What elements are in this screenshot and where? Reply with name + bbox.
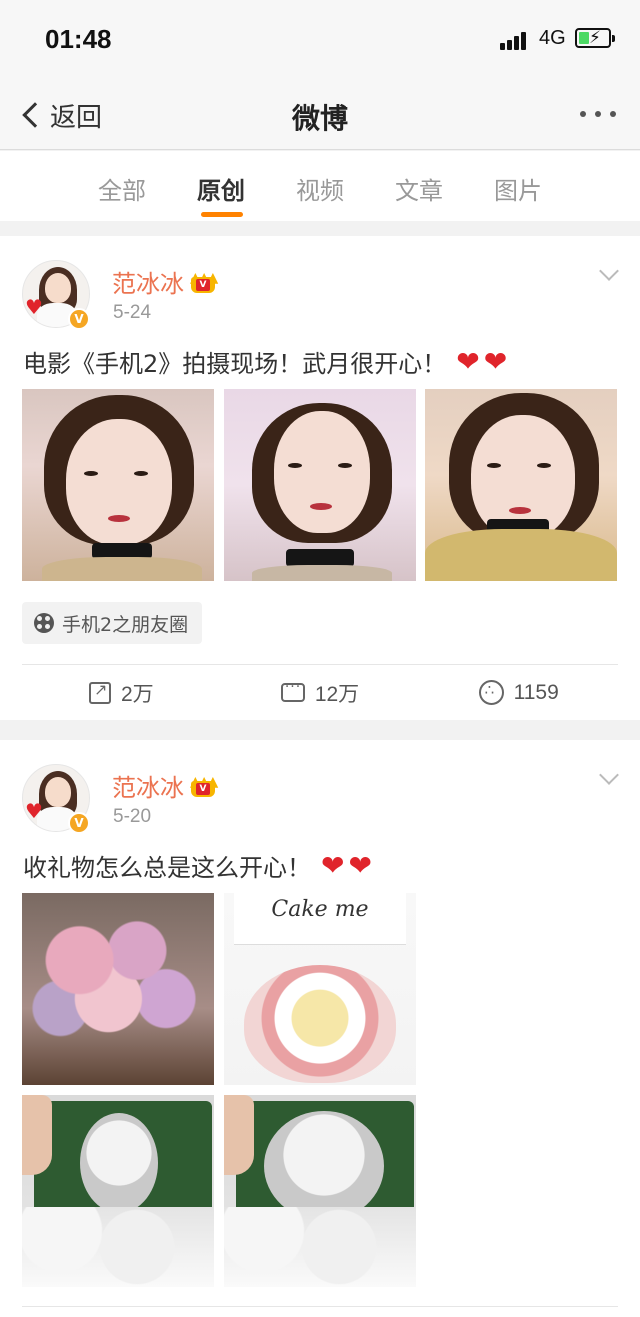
- post-text: 收礼物怎么总是这么开心！ ❤❤: [23, 849, 376, 882]
- crown-badge-icon: ▲▲▲V: [190, 774, 218, 798]
- like-button[interactable]: 1159: [419, 665, 618, 720]
- chevron-down-icon[interactable]: [599, 261, 619, 281]
- post-photo[interactable]: [22, 1095, 214, 1287]
- heart-emoji: ❤❤: [321, 849, 376, 882]
- battery-fill: [579, 32, 589, 44]
- post-photo[interactable]: Cake me: [224, 893, 416, 1085]
- tab-article[interactable]: 文章: [370, 151, 469, 221]
- page-title: 微博: [291, 102, 348, 135]
- signal-icon: [500, 30, 532, 50]
- share-icon: [88, 680, 111, 704]
- action-bar: 2万 12万 1159: [22, 664, 618, 720]
- filter-tabs: 全部 原创 视频 文章 图片: [0, 151, 640, 221]
- more-dots-icon: [580, 111, 586, 117]
- network-type: 4G: [539, 27, 566, 49]
- post-photo[interactable]: [224, 1095, 416, 1287]
- topic-tag[interactable]: 手机2之朋友圈: [22, 602, 203, 644]
- divider: [22, 1306, 618, 1307]
- status-bar: 01:48 4G ⚡: [0, 0, 640, 80]
- heart-emoji: ❤❤: [456, 345, 512, 378]
- crown-badge-icon: ▲▲▲V: [190, 270, 218, 294]
- comment-count: 12万: [314, 682, 360, 706]
- verified-badge-icon: V: [68, 812, 90, 834]
- topic-label: 手机2之朋友圈: [62, 613, 189, 636]
- chevron-down-icon[interactable]: [599, 765, 619, 785]
- tab-pictures[interactable]: 图片: [469, 151, 568, 221]
- heart-icon: ♥: [25, 799, 43, 823]
- post-text: 电影《手机2》拍摄现场！武月很开心！ ❤❤: [23, 345, 512, 378]
- cake-box-logo: Cake me: [234, 893, 406, 945]
- tab-all[interactable]: 全部: [73, 151, 172, 221]
- author-name[interactable]: 范冰冰 ▲▲▲V: [112, 768, 218, 803]
- post-photo[interactable]: [224, 389, 416, 581]
- navigation-bar: 返回 微博: [0, 80, 640, 150]
- share-button[interactable]: 2万: [22, 665, 221, 720]
- feed-post: ♥ V 范冰冰 ▲▲▲V 5-24 电影《手机2》拍摄现场！武月很开心！❤❤: [0, 236, 640, 720]
- post-photo[interactable]: [425, 389, 617, 581]
- tab-original[interactable]: 原创: [172, 151, 271, 221]
- feed-post: ♥ V 范冰冰 ▲▲▲V 5-20 收礼物怎么总是这么开心！❤❤ Cake me: [0, 740, 640, 1317]
- post-photo[interactable]: [22, 893, 214, 1085]
- post-photo[interactable]: [22, 389, 214, 581]
- post-date: 5-24: [113, 302, 152, 323]
- like-count: 1159: [513, 680, 559, 704]
- film-reel-icon: [34, 613, 54, 633]
- heart-icon: ♥: [25, 295, 43, 319]
- post-date: 5-20: [113, 806, 152, 827]
- author-name[interactable]: 范冰冰 ▲▲▲V: [112, 264, 218, 299]
- verified-badge-icon: V: [68, 308, 90, 330]
- like-icon: [478, 680, 504, 705]
- more-button[interactable]: [580, 111, 616, 117]
- charging-bolt-icon: ⚡: [589, 28, 601, 48]
- battery-icon: ⚡: [575, 28, 615, 48]
- tab-video[interactable]: 视频: [271, 151, 370, 221]
- comment-icon: [280, 679, 305, 702]
- comment-button[interactable]: 12万: [221, 665, 420, 720]
- share-count: 2万: [120, 682, 154, 706]
- status-time: 01:48: [45, 24, 112, 54]
